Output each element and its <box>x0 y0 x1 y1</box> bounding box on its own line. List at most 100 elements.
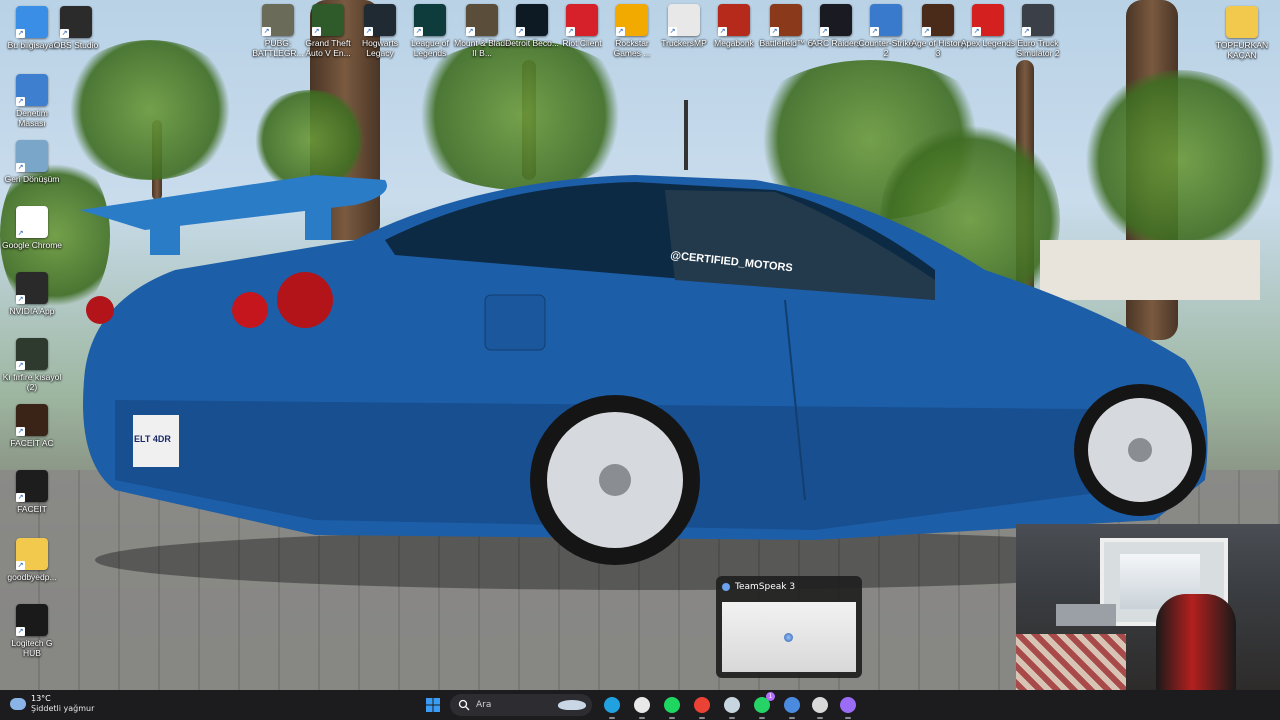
shortcut-arrow-icon: ↗ <box>16 163 25 172</box>
icon-wrap: ↗ <box>16 604 48 636</box>
taskbar-app[interactable] <box>838 695 858 719</box>
desktop-icon-label: Geri Dönüşüm <box>4 174 60 184</box>
shelf <box>1056 604 1116 626</box>
icon-wrap: ↗ <box>16 538 48 570</box>
icon-wrap: ↗ <box>616 4 648 36</box>
taskbar-chrome[interactable] <box>692 695 712 719</box>
desktop-icon-label: NVIDIA App <box>9 306 55 316</box>
shortcut-arrow-icon: ↗ <box>16 427 25 436</box>
icon-wrap: ↗ <box>466 4 498 36</box>
icon-wrap: ↗ <box>16 272 48 304</box>
taskbar: 13°C Şiddetli yağmur Ara 1 <box>0 690 1280 720</box>
desktop-icon-label: FACEIT AC <box>10 438 54 448</box>
desktop-icon-faceit[interactable]: ↗ FACEIT <box>2 470 62 514</box>
search-icon <box>458 699 470 711</box>
shortcut-arrow-icon: ↗ <box>870 27 879 36</box>
taskbar-teamspeak[interactable] <box>782 695 802 719</box>
weather-widget[interactable]: 13°C Şiddetli yağmur <box>10 694 94 714</box>
icon-wrap: ↗ <box>870 4 902 36</box>
boat-icon <box>558 700 586 710</box>
taskbar-whatsapp[interactable]: 1 <box>752 692 775 719</box>
icon-wrap: ↗ <box>16 404 48 436</box>
preview-thumbnail[interactable] <box>722 602 856 672</box>
desktop-icon-label: FACEIT <box>17 504 47 514</box>
teamspeak-icon <box>784 697 800 713</box>
taskbar-steam[interactable] <box>722 695 742 719</box>
icon-wrap: ↗ <box>972 4 1004 36</box>
cloud-rain-icon <box>10 698 26 710</box>
icon-wrap: ↗ <box>668 4 700 36</box>
desktop-icon-label: Logitech G HUB <box>11 638 53 658</box>
shortcut-arrow-icon: ↗ <box>16 295 25 304</box>
icon-wrap: ↗ <box>922 4 954 36</box>
running-indicator <box>669 717 675 719</box>
desktop-icon-label: Google Chrome <box>2 240 63 250</box>
desktop-icon-faceit-ac[interactable]: ↗ FACEIT AC <box>2 404 62 448</box>
preview-title-text: TeamSpeak 3 <box>735 582 796 592</box>
desktop-icon-label: Grand Theft Auto V En... <box>305 38 351 58</box>
shortcut-arrow-icon: ↗ <box>718 27 727 36</box>
desktop-icon-label: OBS Studio <box>53 40 99 50</box>
desktop-icon-logitech[interactable]: ↗ Logitech G HUB <box>2 604 62 658</box>
shortcut-arrow-icon: ↗ <box>16 97 25 106</box>
desktop-icon-label: goodbyedp... <box>7 572 57 582</box>
shortcut-arrow-icon: ↗ <box>16 29 25 38</box>
shortcut-arrow-icon: ↗ <box>364 27 373 36</box>
icon-wrap: ↗ <box>16 338 48 370</box>
taskbar-search[interactable]: Ara <box>450 694 592 716</box>
desktop-icon-label: Counter-Strike 2 <box>858 38 914 58</box>
desktop-icon-cs2[interactable]: ↗ Counter-Strike 2 <box>856 4 916 58</box>
running-indicator <box>759 717 765 719</box>
desktop-icon-label: Denetim Masası <box>16 108 48 128</box>
spotify-icon <box>664 697 680 713</box>
desktop-icon-nvidia[interactable]: ↗ NVIDIA App <box>2 272 62 316</box>
shortcut-arrow-icon: ↗ <box>262 27 271 36</box>
running-indicator <box>639 717 645 719</box>
icon-wrap: ↗ <box>566 4 598 36</box>
teamspeak-icon <box>722 583 730 591</box>
icon-wrap: ↗ <box>516 4 548 36</box>
desktop-icon-ets2[interactable]: ↗ Euro Truck Simulator 2 <box>1008 4 1068 58</box>
icon-wrap: ↗ <box>262 4 294 36</box>
desktop-icon-file-shortcut[interactable]: ↗ Kı fırfire kısayol (2) <box>2 338 62 392</box>
bed <box>1016 634 1126 692</box>
teamspeak-window-preview[interactable]: TeamSpeak 3 <box>716 576 862 678</box>
shortcut-arrow-icon: ↗ <box>312 27 321 36</box>
shortcut-arrow-icon: ↗ <box>16 361 25 370</box>
shortcut-arrow-icon: ↗ <box>922 27 931 36</box>
icon-wrap: ↗ <box>16 74 48 106</box>
taskbar-spotify[interactable] <box>662 695 682 719</box>
taskbar-edge[interactable] <box>602 695 622 719</box>
windows-icon <box>426 698 440 712</box>
icon-wrap: ↗ <box>60 6 92 38</box>
start-button[interactable] <box>423 695 443 715</box>
running-indicator <box>845 717 851 719</box>
steam-icon <box>724 697 740 713</box>
shortcut-arrow-icon: ↗ <box>16 493 25 502</box>
desktop-icon-folder[interactable]: ↗ goodbyedp... <box>2 538 62 582</box>
desktop-icon-recycle-bin[interactable]: ↗ Geri Dönüşüm <box>2 140 62 184</box>
palm-frond <box>60 40 240 180</box>
taskbar-obs[interactable] <box>810 695 830 719</box>
desktop-icon-obs[interactable]: ↗ OBS Studio <box>46 6 106 50</box>
edge-icon <box>604 697 620 713</box>
icon-wrap: ↗ <box>16 206 48 238</box>
icon-wrap: ↗ <box>16 140 48 172</box>
desktop-icon-chrome[interactable]: ↗ Google Chrome <box>2 206 62 250</box>
taskbar-snipping[interactable] <box>632 695 652 719</box>
shortcut-arrow-icon: ↗ <box>16 561 25 570</box>
desktop-icon-control-panel[interactable]: ↗ Denetim Masası <box>2 74 62 128</box>
desktop-icon-topfurkan[interactable]: TOPFURKAN KAÇAN <box>1212 6 1272 60</box>
desktop-icon-gta[interactable]: ↗ Grand Theft Auto V En... <box>298 4 358 58</box>
desktop-icon-lol[interactable]: ↗ League of Legends <box>400 4 460 58</box>
teamspeak-logo-icon <box>784 633 793 642</box>
shortcut-arrow-icon: ↗ <box>1022 27 1031 36</box>
icon-wrap: ↗ <box>718 4 750 36</box>
desktop-icon-label: Rockstar Games ... <box>613 38 651 58</box>
chrome-icon <box>694 697 710 713</box>
desktop-icon-megabonk[interactable]: ↗ Megabonk <box>704 4 764 48</box>
desktop-icon-rockstar[interactable]: ↗ Rockstar Games ... <box>602 4 662 58</box>
gaming-chair <box>1156 594 1236 692</box>
shortcut-arrow-icon: ↗ <box>616 27 625 36</box>
license-plate-text: ELT 4DR <box>134 434 171 444</box>
